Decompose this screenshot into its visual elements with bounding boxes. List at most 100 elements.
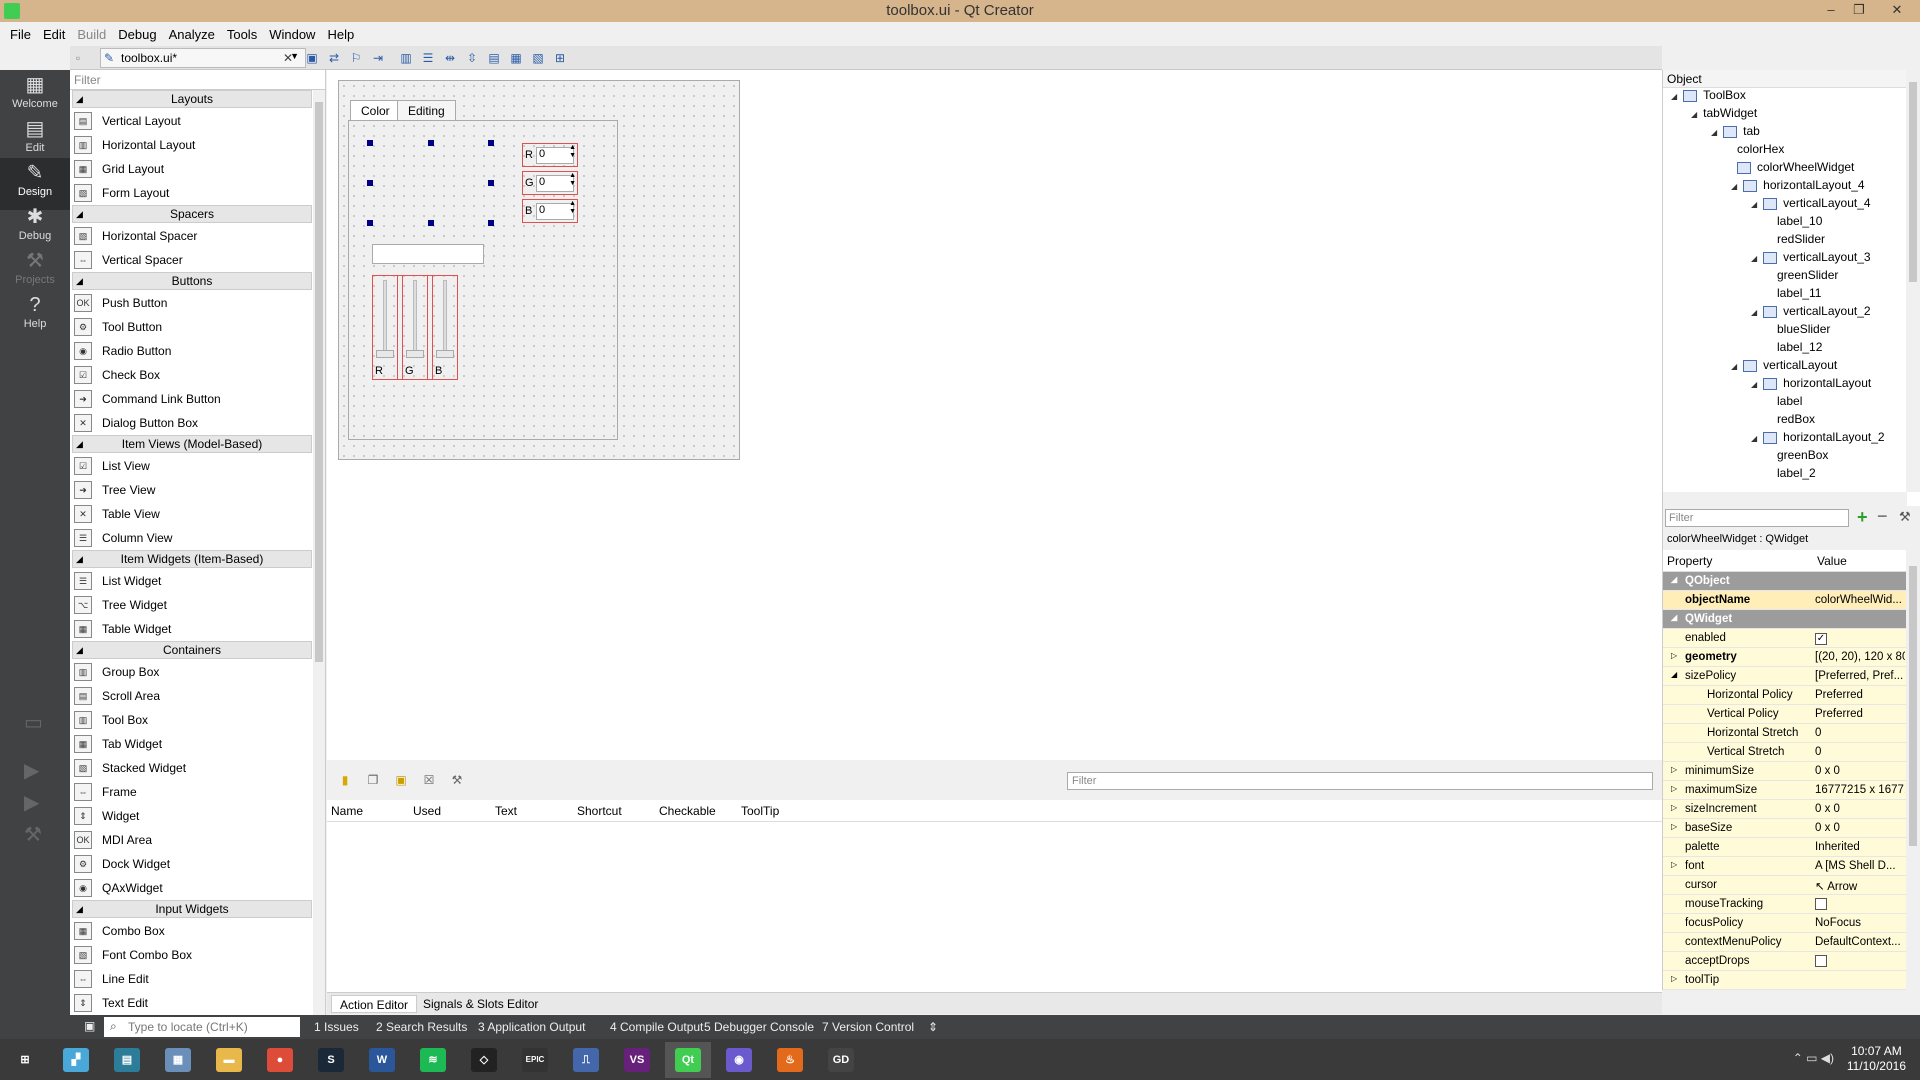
property-row-qwidget[interactable]: ◢ QWidget <box>1663 610 1906 629</box>
spin-arrows-icon[interactable]: ▲ ▼ <box>569 144 576 160</box>
expand-arrow-icon[interactable]: ◢ <box>1691 110 1697 119</box>
expand-arrow-icon[interactable]: ◢ <box>1731 362 1737 371</box>
tree-node-ToolBox[interactable]: ◢ ToolBox <box>1671 88 1746 102</box>
widget-line-edit[interactable]: ⇔ Line Edit <box>74 968 149 990</box>
tree-node-tab[interactable]: ◢ tab <box>1711 124 1760 138</box>
debug-run-icon[interactable]: ▶ <box>24 790 39 815</box>
property-row-tooltip[interactable]: ▷ toolTip <box>1663 971 1906 990</box>
taskbar-word[interactable]: W <box>359 1042 405 1078</box>
widget-tool-box[interactable]: ▥ Tool Box <box>74 709 148 731</box>
taskbar-chrome[interactable]: ● <box>257 1042 303 1078</box>
menu-debug[interactable]: Debug <box>112 27 162 42</box>
close-button[interactable]: ✕ <box>1884 0 1910 20</box>
run-icon[interactable]: ▶ <box>24 758 39 783</box>
property-value[interactable]: 0 x 0 <box>1815 803 1905 815</box>
widget-push-button[interactable]: OK Push Button <box>74 292 167 314</box>
layout-vertical-icon[interactable]: ☰ <box>420 50 436 66</box>
property-row-objectname[interactable]: objectName colorWheelWid... <box>1663 591 1906 610</box>
mode-help[interactable]: ? Help <box>0 290 70 342</box>
property-value[interactable]: Preferred <box>1815 708 1905 720</box>
property-row-sizepolicy[interactable]: ◢ sizePolicy [Preferred, Pref... <box>1663 667 1906 686</box>
copy-action-icon[interactable]: ❐ <box>365 772 381 788</box>
widget-horizontal-layout[interactable]: ▥ Horizontal Layout <box>74 134 195 156</box>
widget-mdi-area[interactable]: OK MDI Area <box>74 829 152 851</box>
expand-arrow-icon[interactable]: ◢ <box>1751 200 1757 209</box>
property-row-vertical-stretch[interactable]: Vertical Stretch 0 <box>1663 743 1906 762</box>
action-table[interactable] <box>327 822 1662 992</box>
color-hex-input[interactable] <box>372 244 484 264</box>
configure-icon[interactable]: ⚒ <box>1899 509 1911 525</box>
taskbar-app-flame[interactable]: ♨ <box>767 1042 813 1078</box>
green-slider[interactable]: G <box>402 275 428 380</box>
tree-node-horizontalLayout_2[interactable]: ◢ horizontalLayout_2 <box>1751 430 1885 444</box>
selection-handle[interactable] <box>367 180 373 186</box>
layout-horizontal-icon[interactable]: ▥ <box>398 50 414 66</box>
selection-handle[interactable] <box>367 220 373 226</box>
property-value[interactable]: [Preferred, Pref... <box>1815 670 1905 682</box>
expand-arrow-icon[interactable]: ◢ <box>1711 128 1717 137</box>
minimize-button[interactable]: – <box>1818 0 1844 20</box>
property-vscrollbar[interactable] <box>1906 550 1920 990</box>
property-row-horizontal-policy[interactable]: Horizontal Policy Preferred <box>1663 686 1906 705</box>
expand-arrow-icon[interactable]: ▷ <box>1671 822 1677 831</box>
expand-arrow-icon[interactable]: ▷ <box>1671 803 1677 812</box>
collapse-icon[interactable]: ◢ <box>1671 575 1677 584</box>
taskbar-qt-creator[interactable]: Qt <box>665 1042 711 1078</box>
widget-form-layout[interactable]: ▧ Form Layout <box>74 182 169 204</box>
property-value[interactable]: Inherited <box>1815 841 1905 853</box>
edit-signals-icon[interactable]: ⇄ <box>326 50 342 66</box>
collapse-icon[interactable]: ◢ <box>1671 613 1677 622</box>
taskbar-start[interactable]: ⊞ <box>2 1042 48 1078</box>
run-target-icon[interactable]: ▭ <box>24 710 43 735</box>
expand-arrow-icon[interactable]: ▷ <box>1671 784 1677 793</box>
taskbar-unity[interactable]: ◇ <box>461 1042 507 1078</box>
edit-buddies-icon[interactable]: ⚐ <box>348 50 364 66</box>
layout-form-icon[interactable]: ▤ <box>486 50 502 66</box>
property-value[interactable]: A [MS Shell D... <box>1815 860 1905 872</box>
property-row-acceptdrops[interactable]: acceptDrops <box>1663 952 1906 971</box>
menu-build[interactable]: Build <box>71 27 112 42</box>
property-row-geometry[interactable]: ▷ geometry [(20, 20), 120 x 80] <box>1663 648 1906 667</box>
selection-handle[interactable] <box>367 140 373 146</box>
widget-check-box[interactable]: ☑ Check Box <box>74 364 160 386</box>
widget-vertical-layout[interactable]: ▤ Vertical Layout <box>74 110 181 132</box>
tab-color[interactable]: Color <box>350 100 401 121</box>
property-hscrollbar[interactable] <box>1662 990 1920 1004</box>
document-tab[interactable]: ✎ toolbox.ui* ▼ <box>100 48 306 68</box>
property-value[interactable]: Preferred <box>1815 689 1905 701</box>
close-document-icon[interactable]: ✕ <box>280 50 296 66</box>
taskbar-app-doc[interactable]: ▤ <box>104 1042 150 1078</box>
widget-table-view[interactable]: ✕ Table View <box>74 503 160 525</box>
expand-arrow-icon[interactable]: ◢ <box>1751 434 1757 443</box>
widget-column-view[interactable]: ☰ Column View <box>74 527 172 549</box>
object-tree-hscrollbar[interactable] <box>1663 492 1907 506</box>
widget-stacked-widget[interactable]: ▧ Stacked Widget <box>74 757 186 779</box>
new-action-icon[interactable]: ▮ <box>337 772 353 788</box>
locator-input[interactable]: ⌕ Type to locate (Ctrl+K) <box>104 1017 300 1037</box>
menu-edit[interactable]: Edit <box>37 27 71 42</box>
widget-box-scrollbar[interactable] <box>313 90 325 1015</box>
property-value[interactable]: ↖ Arrow <box>1815 879 1905 893</box>
adjust-size-icon[interactable]: ⊞ <box>552 50 568 66</box>
property-row-vertical-policy[interactable]: Vertical Policy Preferred <box>1663 705 1906 724</box>
taskbar-spotify[interactable]: ≋ <box>410 1042 456 1078</box>
output-pane-3[interactable]: 3 Application Output <box>478 1020 585 1034</box>
property-value[interactable]: 16777215 x 1677... <box>1815 784 1905 796</box>
widget-tool-button[interactable]: ⚙ Tool Button <box>74 316 162 338</box>
system-tray-icons[interactable]: ⌃ ▭ ◀) <box>1793 1051 1834 1065</box>
widget-filter-input[interactable]: Filter <box>70 70 326 90</box>
taskbar-clock[interactable]: 10:07 AM 11/10/2016 <box>1847 1044 1906 1074</box>
tab-editing[interactable]: Editing <box>397 100 456 121</box>
more-panes-icon[interactable]: ⇕ <box>928 1020 938 1034</box>
tab-action-editor[interactable]: Action Editor <box>331 995 418 1013</box>
red-spinbox[interactable]: R 0 ▲ ▼ <box>522 143 578 167</box>
category-buttons[interactable]: ◢ Buttons <box>72 272 312 290</box>
menu-tools[interactable]: Tools <box>221 27 263 42</box>
widget-vertical-spacer[interactable]: ⇔ Vertical Spacer <box>74 249 183 271</box>
widget-table-widget[interactable]: ▦ Table Widget <box>74 618 171 640</box>
column-text[interactable]: Text <box>495 804 517 818</box>
property-row-font[interactable]: ▷ font A [MS Shell D... <box>1663 857 1906 876</box>
tree-node-verticalLayout_2[interactable]: ◢ verticalLayout_2 <box>1751 304 1871 318</box>
property-row-focuspolicy[interactable]: focusPolicy NoFocus <box>1663 914 1906 933</box>
taskbar-app-purple[interactable]: ◉ <box>716 1042 762 1078</box>
